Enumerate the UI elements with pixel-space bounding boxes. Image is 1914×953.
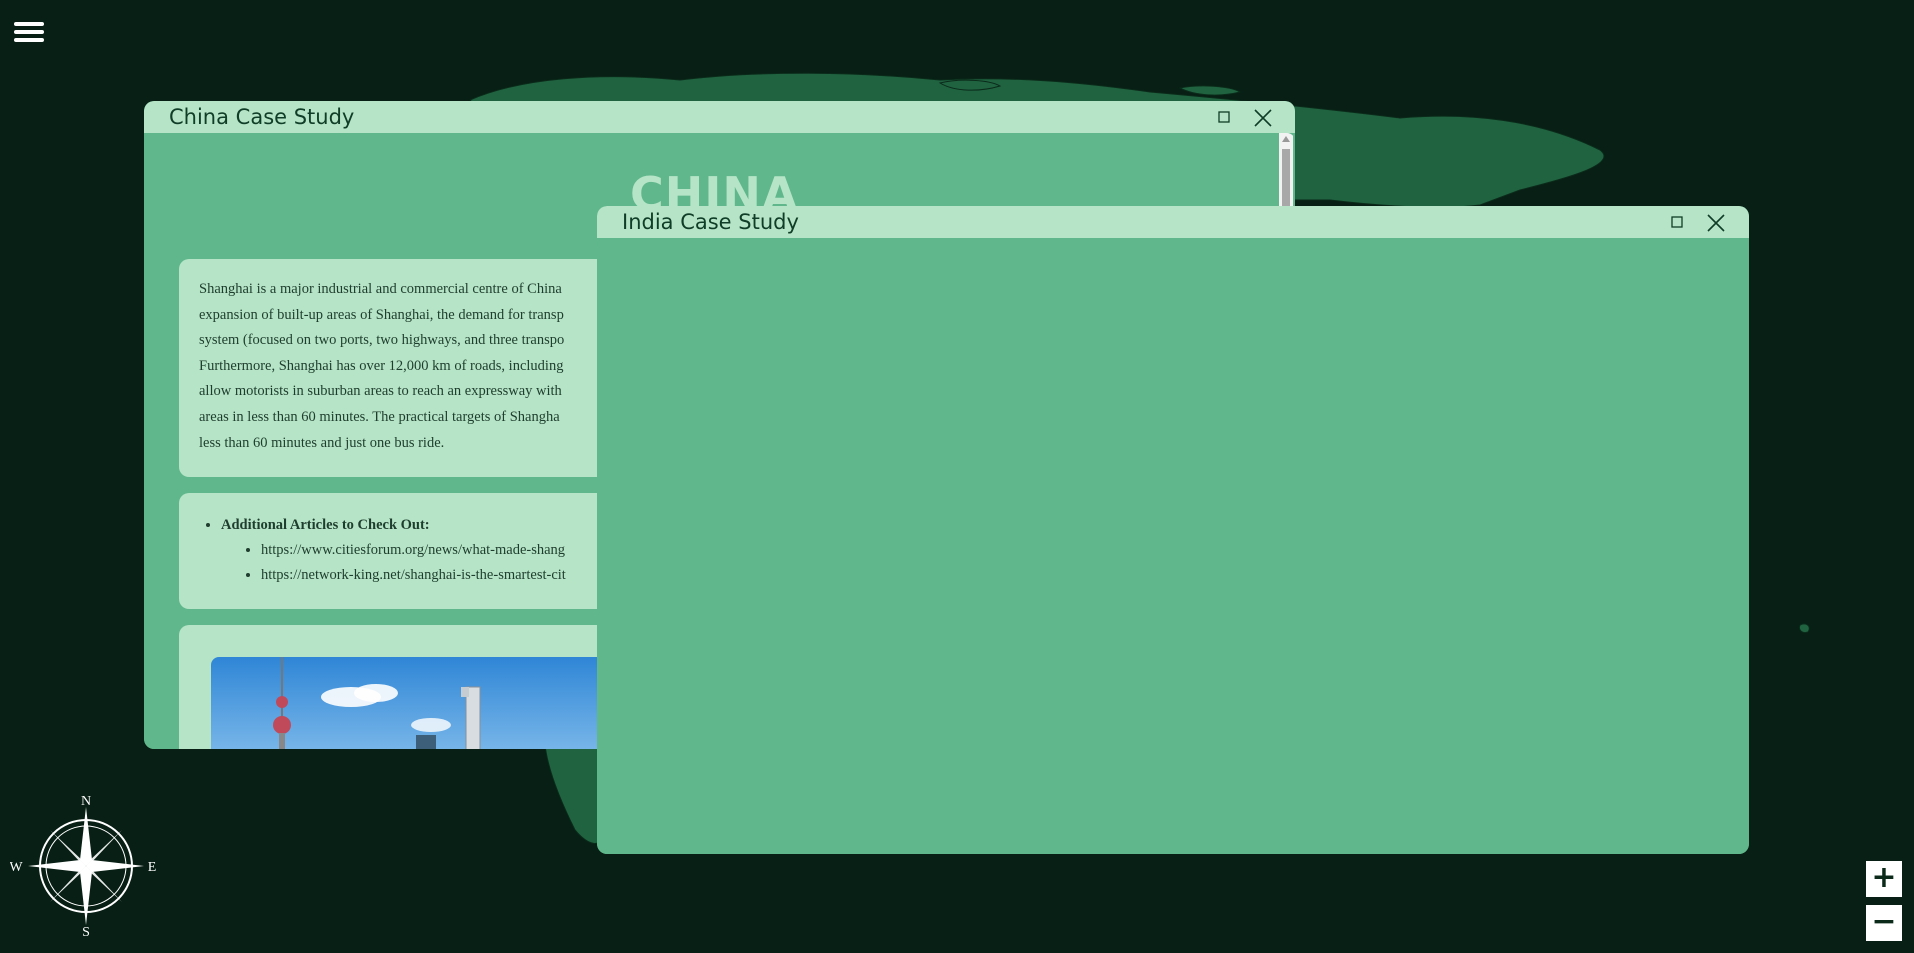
compass-west-label: W [10, 860, 23, 875]
scroll-thumb[interactable] [1282, 149, 1290, 207]
close-icon[interactable] [1252, 107, 1274, 129]
india-window-title: India Case Study [622, 210, 799, 234]
land-small-2 [1178, 85, 1242, 96]
china-window-titlebar[interactable]: China Case Study [144, 101, 1295, 133]
hamburger-menu-icon[interactable] [14, 22, 44, 46]
zoom-in-button[interactable]: + [1866, 861, 1902, 897]
compass-north-label: N [81, 795, 91, 809]
china-window-title: China Case Study [169, 105, 355, 129]
close-icon[interactable] [1705, 212, 1727, 234]
maximize-icon[interactable] [1666, 212, 1688, 234]
vertical-scrollbar[interactable] [1279, 133, 1293, 208]
land-island [1799, 623, 1810, 633]
zoom-out-button[interactable]: − [1866, 905, 1902, 941]
land-africa-south [544, 744, 605, 844]
india-case-study-window[interactable]: India Case Study [597, 206, 1749, 854]
compass-east-label: E [148, 860, 156, 875]
india-window-titlebar[interactable]: India Case Study [597, 206, 1749, 238]
compass-rose-icon: N S W E [10, 795, 156, 937]
scroll-up-arrow-icon[interactable] [1282, 136, 1290, 142]
maximize-icon[interactable] [1213, 107, 1235, 129]
india-window-content[interactable] [597, 238, 1749, 854]
compass-south-label: S [82, 925, 90, 937]
